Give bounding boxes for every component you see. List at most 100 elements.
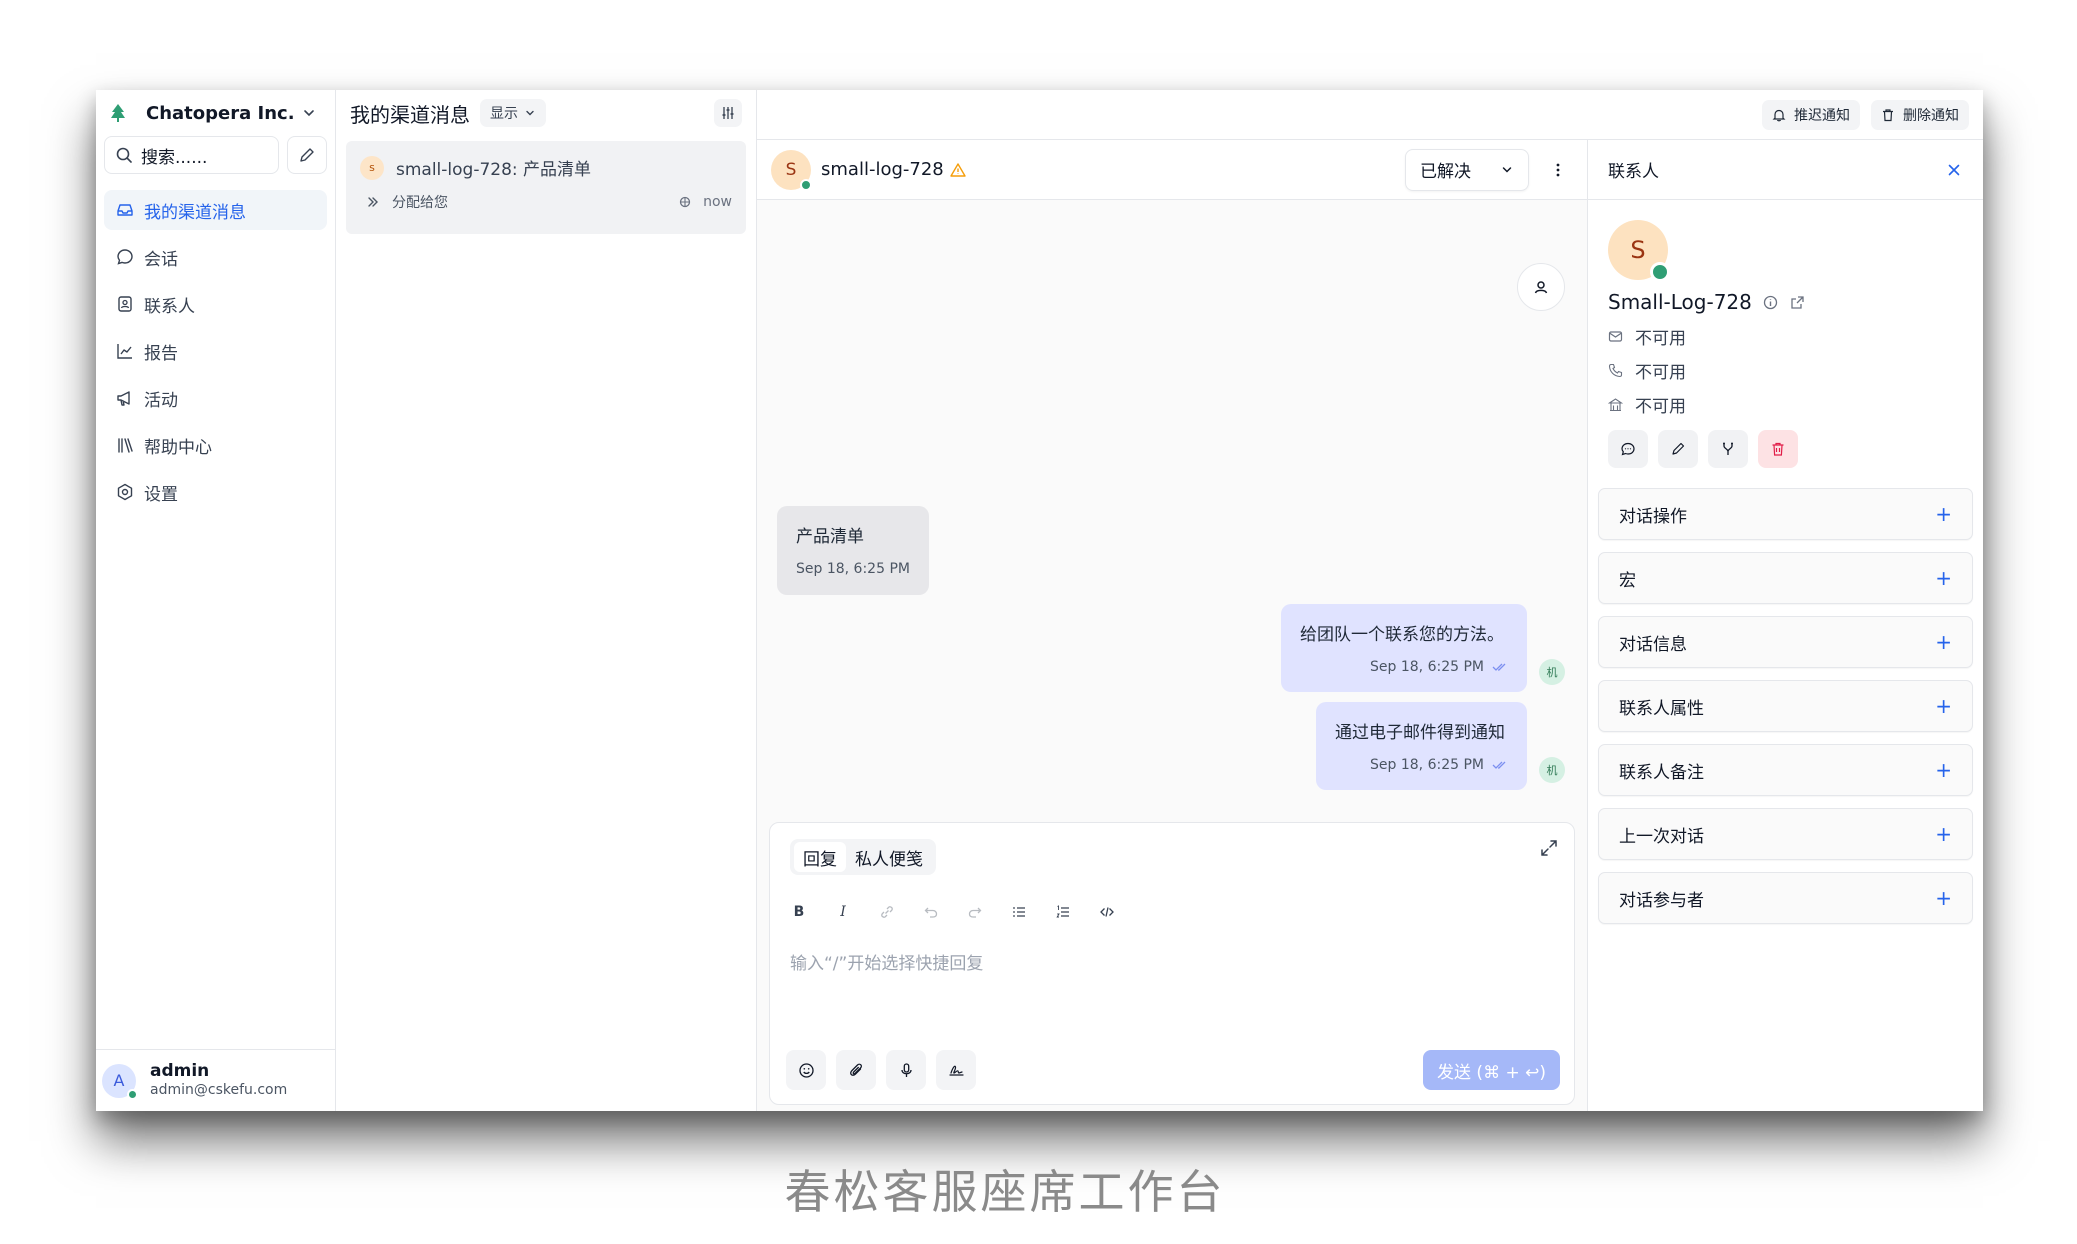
reply-mode-tabs: 回复 私人便笺	[790, 839, 936, 875]
app-window: Chatopera Inc. 搜索...... 我的渠道消息 会话 联系人 报告…	[96, 90, 1983, 1111]
section-contact-notes[interactable]: 联系人备注 +	[1598, 744, 1973, 796]
avatar: s	[360, 155, 384, 180]
avatar: A	[102, 1063, 138, 1100]
double-check-icon	[1492, 761, 1506, 769]
chat-bubble-icon	[117, 249, 133, 265]
online-status-dot	[800, 178, 812, 191]
tab-reply[interactable]: 回复	[794, 842, 846, 872]
section-label: 上一次对话	[1619, 826, 1704, 847]
double-chevron-right-icon	[368, 197, 378, 207]
mail-icon	[1608, 330, 1623, 342]
paperclip-icon	[849, 1063, 862, 1076]
sidebar-item-contacts[interactable]: 联系人	[104, 284, 327, 324]
bold-button[interactable]: B	[788, 901, 810, 923]
compose-button[interactable]	[287, 136, 327, 174]
ordered-list-button[interactable]	[1052, 901, 1074, 923]
code-button[interactable]	[1096, 901, 1118, 923]
signature-icon	[948, 1065, 964, 1076]
more-options-button[interactable]	[1543, 155, 1573, 185]
send-button[interactable]: 发送 (⌘ + ↩)	[1423, 1050, 1560, 1090]
sidebar-item-settings[interactable]: 设置	[104, 472, 327, 512]
sidebar-item-label: 报告	[144, 343, 178, 364]
settings-icon	[117, 483, 133, 501]
online-status-dot	[127, 1088, 138, 1100]
expand-icon[interactable]	[1538, 837, 1560, 859]
message-text: 产品清单	[796, 527, 864, 547]
signature-button[interactable]	[936, 1050, 976, 1090]
display-filter-dropdown[interactable]: 显示	[480, 99, 546, 127]
bot-avatar: 机	[1539, 659, 1565, 685]
chat-contact-name[interactable]: small-log-728	[821, 159, 944, 180]
sort-filter-button[interactable]	[714, 99, 742, 127]
sidebar-item-label: 我的渠道消息	[144, 202, 246, 223]
sidebar-item-conversations[interactable]: 会话	[104, 237, 327, 277]
tab-private-note[interactable]: 私人便笺	[846, 842, 932, 872]
link-button[interactable]	[876, 901, 898, 923]
sidebar-item-my-inbox[interactable]: 我的渠道消息	[104, 190, 327, 230]
trash-icon	[1883, 108, 1893, 121]
voice-record-button[interactable]	[886, 1050, 926, 1090]
external-link-icon[interactable]	[1789, 294, 1806, 311]
redo-icon	[968, 907, 982, 918]
edit-contact-button[interactable]	[1658, 430, 1698, 468]
section-conversation-info[interactable]: 对话信息 +	[1598, 616, 1973, 668]
sidebar-item-label: 帮助中心	[144, 437, 212, 458]
attach-file-button[interactable]	[836, 1050, 876, 1090]
sidebar-item-label: 联系人	[144, 296, 195, 317]
contact-panel-title: 联系人	[1608, 162, 1659, 182]
delete-contact-button[interactable]	[1758, 430, 1798, 468]
snooze-notifications-button[interactable]: 推迟通知	[1762, 99, 1860, 130]
vertical-dots-icon	[1556, 163, 1560, 176]
ordered-list-icon	[1056, 905, 1069, 918]
section-contact-attributes[interactable]: 联系人属性 +	[1598, 680, 1973, 732]
account-switcher[interactable]: Chatopera Inc.	[96, 90, 335, 136]
library-icon	[118, 438, 133, 453]
user-menu[interactable]: A admin admin@cskefu.com	[96, 1049, 335, 1111]
merge-contact-button[interactable]	[1708, 430, 1748, 468]
plus-icon: +	[1935, 822, 1952, 846]
sidebar-item-label: 会话	[144, 249, 178, 270]
info-icon[interactable]	[1762, 294, 1779, 311]
close-icon[interactable]	[1945, 161, 1963, 179]
search-input[interactable]: 搜索......	[104, 136, 279, 174]
chevron-down-icon	[526, 110, 534, 116]
sidebar-item-help-center[interactable]: 帮助中心	[104, 425, 327, 465]
section-participants[interactable]: 对话参与者 +	[1598, 872, 1973, 924]
plus-icon: +	[1935, 630, 1952, 654]
sidebar-item-label: 活动	[144, 390, 178, 411]
contact-card-icon	[118, 296, 132, 312]
sidebar-item-campaigns[interactable]: 活动	[104, 378, 327, 418]
conversation-card[interactable]: s small-log-728: 产品清单 分配给您 now	[346, 141, 746, 234]
assign-agent-button[interactable]	[1517, 263, 1565, 311]
section-label: 宏	[1619, 570, 1636, 591]
section-previous-conversations[interactable]: 上一次对话 +	[1598, 808, 1973, 860]
section-macros[interactable]: 宏 +	[1598, 552, 1973, 604]
avatar: S	[1608, 220, 1670, 282]
message-text: 通过电子邮件得到通知	[1335, 723, 1505, 743]
undo-icon	[924, 907, 938, 918]
delete-label: 删除通知	[1903, 107, 1959, 124]
sidebar-item-label: 设置	[144, 484, 178, 505]
contact-phone-row: 不可用	[1608, 358, 1973, 383]
new-message-button[interactable]	[1608, 430, 1648, 468]
main-nav: 我的渠道消息 会话 联系人 报告 活动 帮助中心 设置	[96, 190, 335, 512]
sidebar: Chatopera Inc. 搜索...... 我的渠道消息 会话 联系人 报告…	[96, 90, 336, 1111]
redo-button[interactable]	[964, 901, 986, 923]
section-conversation-actions[interactable]: 对话操作 +	[1598, 488, 1973, 540]
plus-icon: +	[1935, 886, 1952, 910]
reply-composer: 回复 私人便笺 B I 输入“/”开始选择快捷回复 发送 (⌘ + ↩)	[769, 822, 1575, 1105]
delete-notifications-button[interactable]: 删除通知	[1871, 99, 1969, 130]
account-name: Chatopera Inc.	[146, 102, 295, 124]
message-time: Sep 18, 6:25 PM	[1370, 757, 1484, 773]
undo-button[interactable]	[920, 901, 942, 923]
emoji-button[interactable]	[786, 1050, 826, 1090]
code-icon	[1100, 907, 1114, 917]
italic-button[interactable]: I	[832, 901, 854, 923]
conversation-status-select[interactable]: 已解决	[1405, 148, 1529, 191]
reply-input[interactable]: 输入“/”开始选择快捷回复	[790, 949, 983, 974]
microphone-icon	[900, 1062, 912, 1077]
sidebar-item-reports[interactable]: 报告	[104, 331, 327, 371]
bullet-list-button[interactable]	[1008, 901, 1030, 923]
message-outgoing: 给团队一个联系您的方法。 Sep 18, 6:25 PM	[1281, 604, 1527, 692]
status-value: 已解决	[1420, 162, 1471, 182]
